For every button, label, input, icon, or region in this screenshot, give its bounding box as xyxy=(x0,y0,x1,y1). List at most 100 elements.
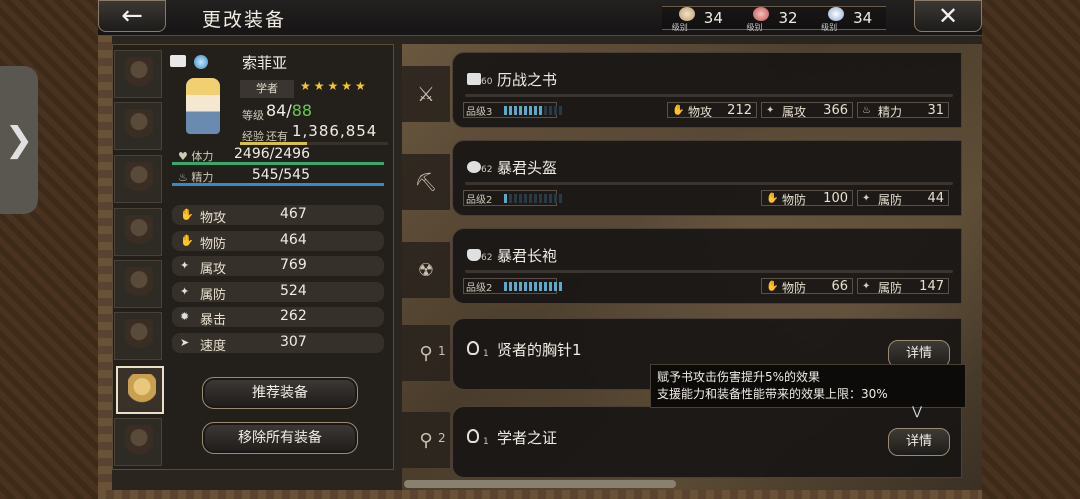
remove-all-equipment-button[interactable]: 移除所有装备 xyxy=(202,422,358,454)
level-value: 84/88 xyxy=(266,101,313,120)
equipment-card-armor[interactable]: 62 暴君长袍 品级2 ✋ 物防 66 ✦ 属防 147 xyxy=(452,228,962,304)
character-name: 索菲亚 xyxy=(242,54,288,72)
weapon-slot-icon: ⚔ xyxy=(417,82,435,106)
stat-row: ✋ 物攻 467 xyxy=(172,205,384,226)
accessory-slot-number: 1 xyxy=(438,344,446,358)
divider xyxy=(465,94,953,97)
item-name: 贤者的胸针1 xyxy=(497,341,582,359)
grade-indicator: 品级2 xyxy=(463,278,562,294)
currency-bar: 级别 34 级别 32 级别 34 xyxy=(662,6,886,32)
accessory-slot-icon: ⚲ xyxy=(419,429,433,451)
p-def-icon: ✋ xyxy=(766,193,779,204)
p-atk-icon: ✋ xyxy=(672,105,685,116)
character-header: 索菲亚 学者 ★★★★★ 等级 84/88 经验 还有 1,386,854 xyxy=(166,50,394,150)
close-button[interactable]: ✕ xyxy=(914,0,982,32)
p-def-icon: ✋ xyxy=(766,281,779,292)
helmet-slot-icon: ⛏ xyxy=(414,171,438,193)
crit-icon: ✹ xyxy=(180,310,190,323)
stat-chip: ✦ 属防 44 xyxy=(857,190,949,207)
item-name: 暴君长袍 xyxy=(497,247,558,265)
weapon-slot-tab[interactable]: ⚔ xyxy=(402,66,450,122)
exp-value: 1,386,854 xyxy=(292,122,378,140)
chevron-right-icon: ❯ xyxy=(4,120,34,160)
sp-value: 545/545 xyxy=(251,167,310,183)
currency-value: 34 xyxy=(703,9,723,27)
equipment-card-helmet[interactable]: 62 暴君头盔 品级2 ✋ 物防 100 ✦ 属防 44 xyxy=(452,140,962,216)
hp-row: ♥ 体力 2496/2496 xyxy=(172,146,384,166)
stat-row: ➤ 速度 307 xyxy=(172,333,384,354)
item-level: 62 xyxy=(481,165,493,175)
equipment-card-weapon[interactable]: 60 历战之书 品级3 ✋ 物攻 212 ✦ 属攻 366 ♨ 精力 31 xyxy=(452,52,962,128)
party-portrait-selected[interactable] xyxy=(116,366,164,414)
close-icon: ✕ xyxy=(937,2,959,30)
currency-value: 34 xyxy=(853,9,873,27)
tooltip-line: 赋予书攻击伤害提升5%的效果 xyxy=(657,370,821,384)
brooch-icon xyxy=(467,341,479,355)
badge-icon xyxy=(467,429,479,443)
party-portrait[interactable] xyxy=(114,102,162,150)
effect-tooltip: 赋予书攻击伤害提升5%的效果 支援能力和装备性能带来的效果上限：30% xyxy=(650,364,966,408)
stat-row: ✦ 属攻 769 xyxy=(172,256,384,277)
back-button[interactable]: ← xyxy=(98,0,166,32)
gem-icon: 级别 xyxy=(672,7,698,32)
stat-chip: ✦ 属攻 366 xyxy=(761,102,853,119)
party-portrait[interactable] xyxy=(114,312,162,360)
character-sprite xyxy=(186,78,220,134)
item-name: 暴君头盔 xyxy=(497,159,558,177)
helmet-icon xyxy=(467,161,481,173)
e-def-icon: ✦ xyxy=(180,285,190,298)
currency-item: 级别 32 xyxy=(746,7,798,32)
e-atk-icon: ✦ xyxy=(766,105,775,116)
armor-slot-icon: ☢ xyxy=(417,259,435,281)
item-name: 学者之证 xyxy=(497,429,558,447)
horizontal-scrollbar[interactable] xyxy=(404,480,676,488)
helmet-slot-tab[interactable]: ⛏ xyxy=(402,154,450,210)
speed-icon: ➤ xyxy=(180,336,190,349)
right-background xyxy=(982,0,1080,499)
party-portrait[interactable] xyxy=(114,260,162,308)
divider xyxy=(465,182,953,185)
tooltip-line: 支援能力和装备性能带来的效果上限：30% xyxy=(657,387,888,401)
party-portrait[interactable] xyxy=(114,208,162,256)
frame-border xyxy=(98,36,112,490)
gem-icon: 级别 xyxy=(746,7,772,32)
accessory-slot-number: 2 xyxy=(438,431,446,445)
robe-icon xyxy=(467,249,481,261)
currency-item: 级别 34 xyxy=(821,7,873,32)
stat-chip: ✋ 物防 100 xyxy=(761,190,853,207)
stat-row: ✋ 物防 464 xyxy=(172,231,384,252)
stat-chip: ✋ 物攻 212 xyxy=(667,102,757,119)
bottom-border xyxy=(98,490,982,499)
party-portrait[interactable] xyxy=(114,155,162,203)
sp-row: ♨ 精力 545/545 xyxy=(172,167,384,187)
element-orb-icon xyxy=(194,55,208,69)
grade-indicator: 品级2 xyxy=(463,190,562,206)
divider xyxy=(465,270,953,273)
sp-icon: ♨ xyxy=(862,105,871,116)
grade-indicator: 品级3 xyxy=(463,102,562,118)
item-level: 60 xyxy=(481,77,493,87)
job-tag: 学者 xyxy=(240,80,294,98)
stat-chip: ✦ 属防 147 xyxy=(857,278,949,295)
back-arrow-icon: ← xyxy=(121,1,143,31)
recommend-equipment-button[interactable]: 推荐装备 xyxy=(202,377,358,409)
p-atk-icon: ✋ xyxy=(180,208,194,221)
details-button[interactable]: 详情 xyxy=(888,428,950,456)
party-portrait[interactable] xyxy=(114,418,162,466)
currency-value: 32 xyxy=(778,9,798,27)
stat-chip: ✋ 物防 66 xyxy=(761,278,853,295)
e-atk-icon: ✦ xyxy=(180,259,190,272)
accessory-card-2[interactable]: 1 学者之证 xyxy=(452,406,962,478)
item-level: 1 xyxy=(483,349,489,359)
tooltip-pointer-icon: ⋁ xyxy=(912,404,922,418)
rarity-stars: ★★★★★ xyxy=(300,79,369,93)
item-level: 1 xyxy=(483,437,489,447)
book-icon xyxy=(467,73,481,85)
party-portrait[interactable] xyxy=(114,50,162,98)
e-def-icon: ✦ xyxy=(862,281,871,292)
side-expand-tab[interactable]: ❯ xyxy=(0,66,38,214)
accessory-slot-icon: ⚲ xyxy=(419,342,433,364)
page-title: 更改装备 xyxy=(202,9,287,31)
stat-row: ✹ 暴击 262 xyxy=(172,307,384,328)
armor-slot-tab[interactable]: ☢ xyxy=(402,242,450,298)
